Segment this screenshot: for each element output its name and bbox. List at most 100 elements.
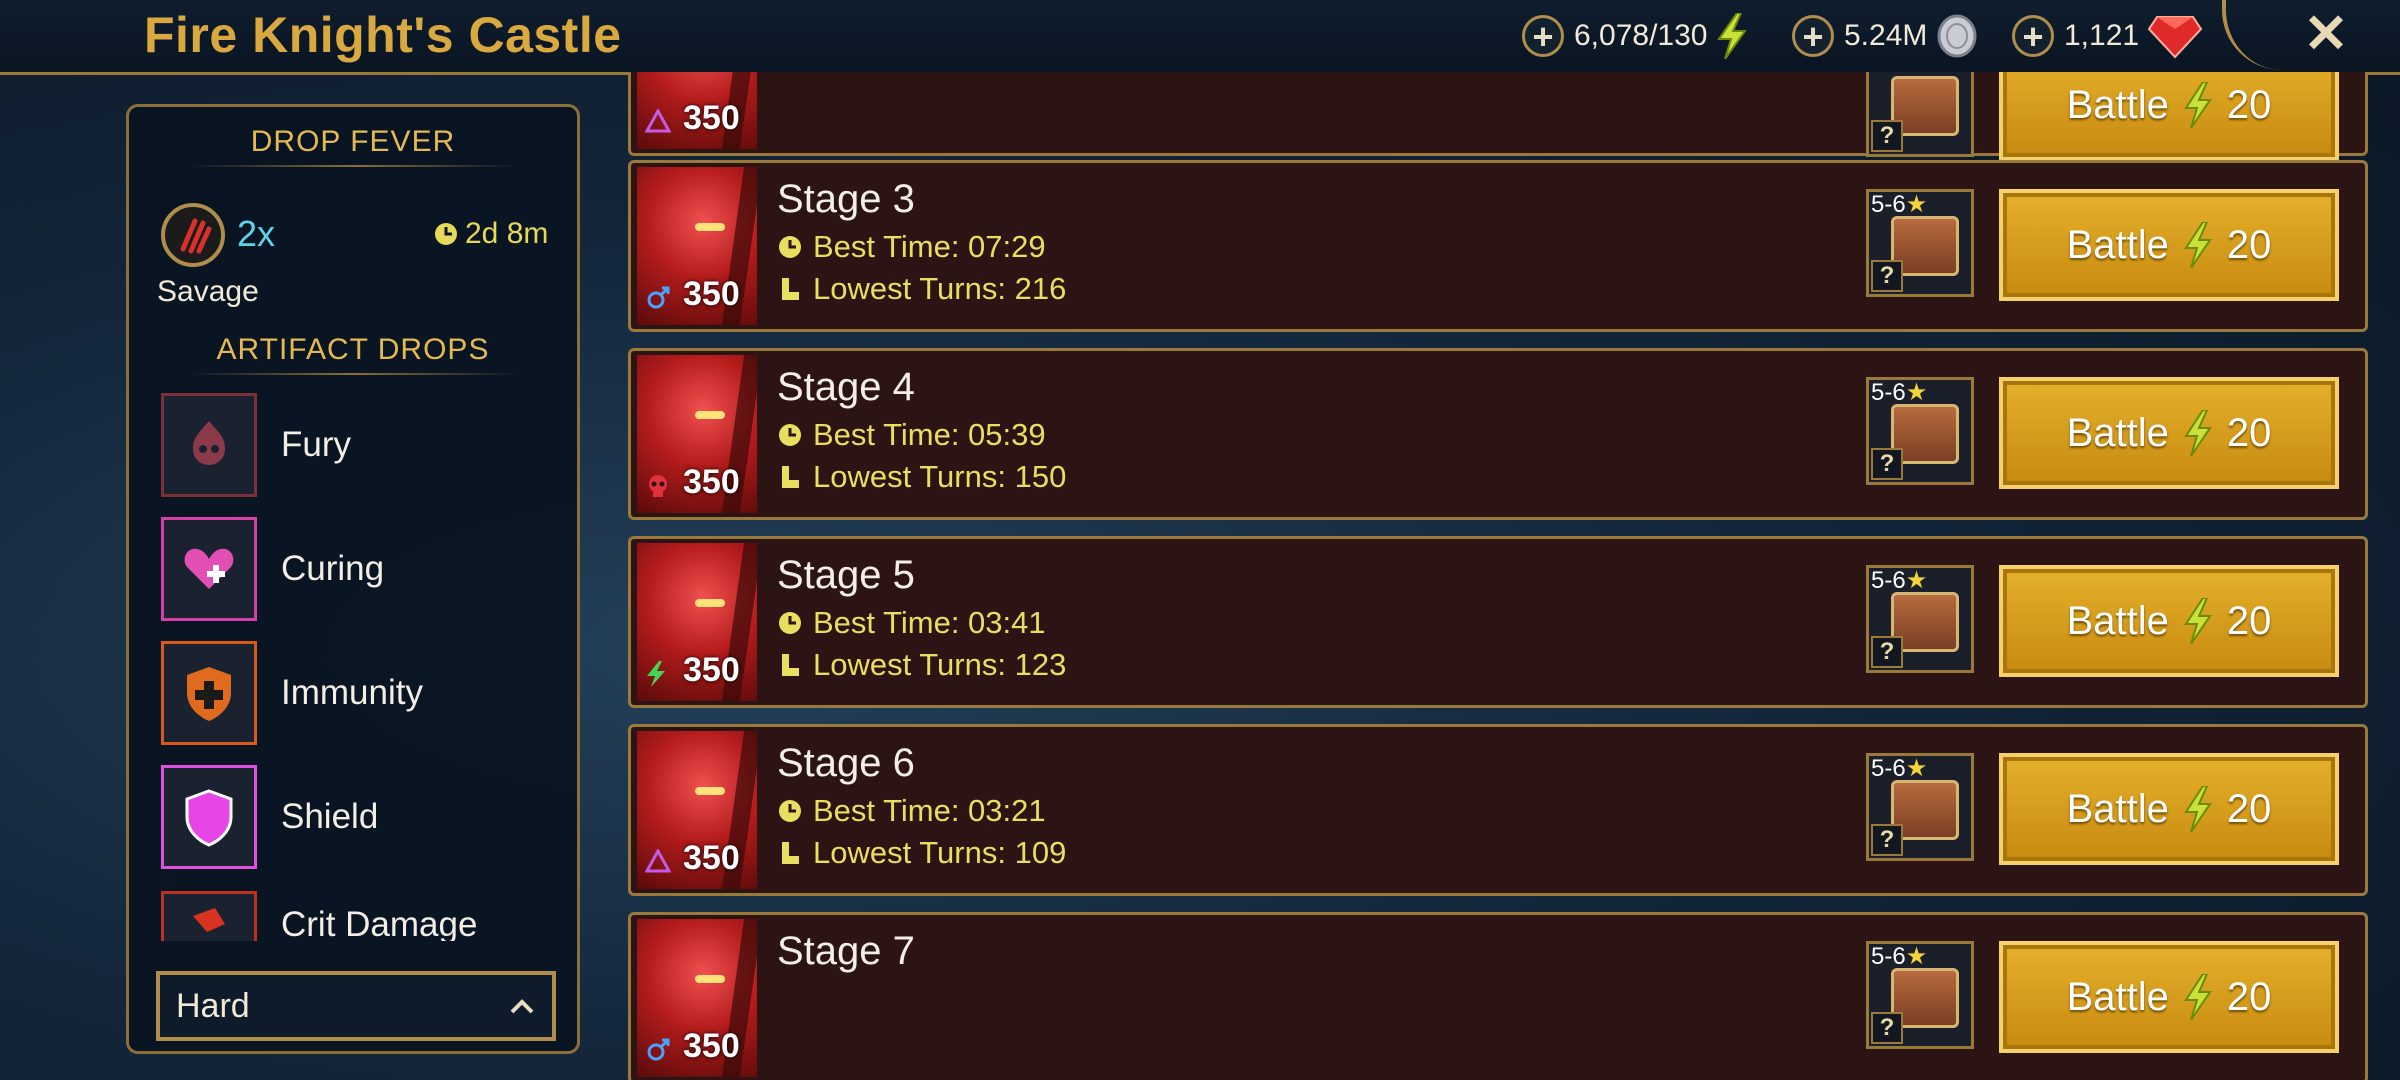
- artifact-item-curing[interactable]: Curing: [161, 517, 481, 621]
- artifact-item-immunity[interactable]: Immunity: [161, 641, 481, 745]
- stage-row[interactable]: 350Lowest Turns: 1695-6★?Battle20: [628, 72, 2368, 161]
- artifact-item-shield[interactable]: Shield: [161, 765, 481, 869]
- boot-icon: [782, 466, 799, 488]
- drop-fever-heading: DROP FEVER: [250, 125, 456, 158]
- best-time-text: Best Time: 07:29: [813, 229, 1046, 264]
- artifact-label: Crit Damage: [281, 905, 478, 941]
- stage-name: Stage 4: [777, 365, 915, 409]
- divider: [189, 165, 519, 167]
- energy-bolt-icon: [2184, 410, 2212, 456]
- question-icon: ?: [1871, 636, 1903, 668]
- reward-rank: 5-6★: [1871, 72, 1927, 79]
- difficulty-select[interactable]: Hard: [156, 971, 556, 1041]
- drop-multiplier: 2x: [237, 213, 276, 254]
- battle-label: Battle: [2066, 974, 2169, 1019]
- heart-plus-icon: [161, 517, 257, 621]
- clock-icon: [435, 223, 457, 245]
- stage-row[interactable]: 350 Stage 4 Best Time: 05:39 Lowest Turns: …: [628, 348, 2368, 520]
- battle-button[interactable]: Battle 20: [1999, 941, 2339, 1053]
- energy-bolt-icon: [2184, 222, 2212, 268]
- mars-icon: [645, 1037, 671, 1070]
- triangle-icon: [644, 847, 672, 880]
- battle-button[interactable]: Battle 20: [1999, 377, 2339, 489]
- energy-bolt-icon: [1717, 13, 1748, 59]
- reward-chest[interactable]: 5-6★?: [1866, 565, 1974, 673]
- energy-cost: 20: [2226, 82, 2272, 127]
- clock-icon: [779, 236, 801, 258]
- artifact-label: Fury: [281, 425, 351, 464]
- add-silver-button[interactable]: +: [1792, 15, 1834, 57]
- reward-chest[interactable]: 5-6★?: [1866, 189, 1974, 297]
- add-energy-button[interactable]: +: [1522, 15, 1564, 57]
- stage-name: Stage 3: [777, 177, 915, 221]
- boot-icon: [782, 842, 799, 864]
- reward-rank: 5-6★: [1871, 567, 1928, 594]
- triangle-icon: [644, 107, 672, 140]
- fury-set-icon: [161, 393, 257, 497]
- chevron-up-icon: [510, 999, 534, 1014]
- battle-button[interactable]: Battle 20: [1999, 72, 2339, 161]
- savage-set-icon[interactable]: [161, 203, 225, 267]
- boss-level: 350: [683, 1027, 740, 1065]
- fever-timer: 2d 8m: [433, 217, 548, 251]
- battle-button[interactable]: Battle 20: [1999, 189, 2339, 301]
- stage-row[interactable]: 350 Stage 5 Best Time: 03:41 Lowest Turns: …: [628, 536, 2368, 708]
- artifact-item-fury[interactable]: Fury: [161, 393, 481, 497]
- clock-icon: [779, 612, 801, 634]
- lowest-turns-text: Lowest Turns: 123: [813, 647, 1067, 682]
- silver-value: 5.24M: [1844, 19, 1928, 52]
- battle-label: Battle: [2066, 786, 2169, 831]
- stage-row[interactable]: 350 Stage 3 Best Time: 07:29 Lowest Turns: …: [628, 160, 2368, 332]
- stage-row[interactable]: 350 Stage 6 Best Time: 03:21 Lowest Turns: …: [628, 724, 2368, 896]
- stage-name: Stage 5: [777, 553, 915, 597]
- clock-icon: [779, 424, 801, 446]
- artifact-drops-heading: ARTIFACT DROPS: [216, 333, 490, 366]
- artifact-label: Immunity: [281, 673, 423, 712]
- boss-level: 350: [683, 99, 740, 137]
- energy-value: 6,078/130: [1574, 19, 1708, 52]
- divider: [189, 373, 519, 375]
- fever-timer-text: 2d 8m: [465, 217, 549, 250]
- lowest-turns: Lowest Turns: 150: [777, 459, 1066, 495]
- stage-name: Stage 6: [777, 741, 915, 785]
- boss-level: 350: [683, 275, 740, 313]
- corner-ornament: [2222, 0, 2286, 70]
- silver-coin-icon: [1937, 14, 1977, 58]
- boot-icon: [782, 654, 799, 676]
- drop-info-panel: DROP FEVER 2x 2d 8m Savage ARTIFACT DROP…: [126, 104, 580, 1054]
- mars-icon: [645, 285, 671, 318]
- gems-counter: + 1,121: [2012, 13, 2203, 59]
- stage-list[interactable]: 350Lowest Turns: 1695-6★?Battle20350Stag…: [628, 72, 2368, 1080]
- energy-cost: 20: [2226, 974, 2272, 1019]
- artifact-label: Shield: [281, 797, 379, 836]
- question-icon: ?: [1871, 1012, 1903, 1044]
- lowest-turns-text: Lowest Turns: 150: [813, 459, 1067, 494]
- shield-cross-icon: [161, 641, 257, 745]
- reward-chest[interactable]: 5-6★?: [1866, 753, 1974, 861]
- fever-set-name: Savage: [157, 275, 259, 308]
- stage-row[interactable]: 350 Stage 7 5-6★? Battle 20: [628, 912, 2368, 1080]
- battle-label: Battle: [2066, 222, 2169, 267]
- reward-rank: 5-6★: [1871, 191, 1928, 218]
- battle-button[interactable]: Battle 20: [1999, 565, 2339, 677]
- best-time-text: Best Time: 03:41: [813, 605, 1046, 640]
- skull-icon: [645, 473, 671, 506]
- energy-cost: 20: [2226, 222, 2272, 267]
- lowest-turns: Lowest Turns: 109: [777, 835, 1066, 871]
- question-icon: ?: [1871, 260, 1903, 292]
- reward-chest[interactable]: 5-6★?: [1866, 941, 1974, 1049]
- silver-counter: + 5.24M: [1792, 13, 1979, 59]
- artifact-item-crit-damage[interactable]: Crit Damage: [161, 891, 481, 941]
- battle-button[interactable]: Battle 20: [1999, 753, 2339, 865]
- energy-counter: + 6,078/130: [1522, 13, 1749, 59]
- energy-cost: 20: [2226, 410, 2272, 455]
- page-title: Fire Knight's Castle: [144, 7, 622, 63]
- reward-chest[interactable]: 5-6★?: [1866, 377, 1974, 485]
- boot-icon: [782, 278, 799, 300]
- clock-icon: [779, 800, 801, 822]
- close-icon: ✕: [2303, 4, 2349, 64]
- reward-chest[interactable]: 5-6★?: [1866, 72, 1974, 157]
- add-gems-button[interactable]: +: [2012, 15, 2054, 57]
- battle-label: Battle: [2066, 410, 2169, 455]
- close-button[interactable]: ✕: [2298, 6, 2354, 62]
